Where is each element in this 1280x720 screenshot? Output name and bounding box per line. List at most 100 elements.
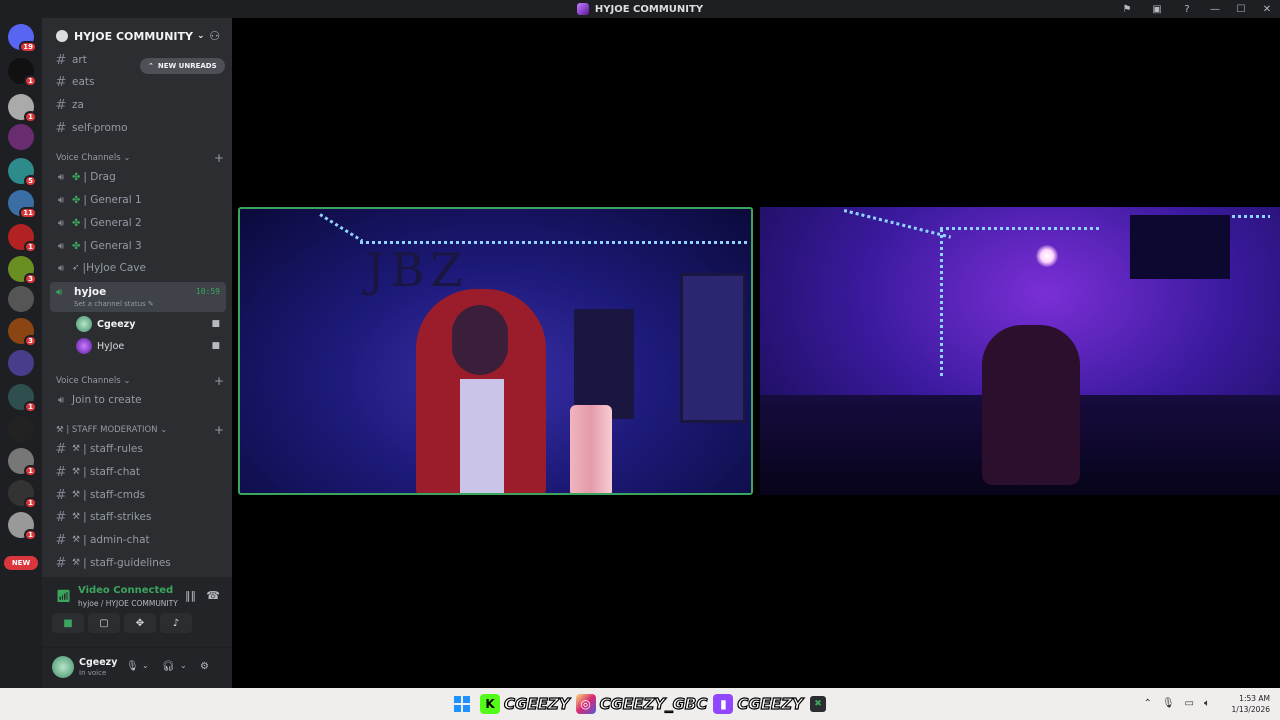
signal-icon[interactable]: 📶︎ [56,589,71,603]
chevron-up-icon[interactable]: ⌃ [1143,698,1151,709]
pencil-icon: ✎ [147,300,154,308]
active-voice-channel[interactable]: 🔊︎ hyjoe Set a channel status ✎ 10:59 [50,282,226,312]
server-badge: 1 [24,241,37,253]
server-icon[interactable]: 11 [8,190,37,219]
overlay-instagram-handle: CGEEZY_GBC [599,694,708,713]
new-servers-badge[interactable]: NEW [4,556,38,570]
gaming-chair [982,325,1080,485]
avatar [76,338,92,354]
server-badge: 1 [24,401,37,413]
shelf [574,309,634,419]
server-icon[interactable] [8,286,34,312]
microphone-icon[interactable]: 🎙︎ [1162,698,1175,709]
add-member-icon[interactable]: ⚇ [209,29,220,43]
maximize-button[interactable]: ☐ [1228,0,1254,18]
server-badge: 1 [24,465,37,477]
channel-label: | General 1 [83,194,142,206]
guild-header[interactable]: HYJOE COMMUNITY ⌄ ⚇ [42,18,232,54]
video-tile-cgeezy[interactable]: JBZ [238,207,753,495]
video-icon: ■ [211,341,220,351]
voice-channel-general-1[interactable]: 🔊︎ ✤ | General 1 [54,190,226,210]
help-icon[interactable]: ? [1172,0,1202,18]
mirror [680,273,746,423]
channel-label: |HyJoe Cave [82,262,146,274]
server-icon[interactable] [8,350,34,376]
clover-icon: ✤ [72,240,81,252]
clover-icon: ✤ [72,194,81,206]
channel-self-promo[interactable]: # self-promo [54,118,226,138]
inbox-icon[interactable]: ▣ [1142,0,1172,18]
microphone-icon[interactable]: 🎙︎ [126,661,139,672]
chevron-down-icon: ⌄ [196,31,205,41]
camera-button[interactable]: ■ [52,613,84,633]
system-tray: ⌃ 🎙︎ ▭ 🔈︎ [1143,698,1210,709]
noise-suppression-icon[interactable]: ‖‖ [185,589,196,602]
channel-label: self-promo [72,122,128,134]
voice-channel-general-2[interactable]: 🔊︎ ✤ | General 2 [54,213,226,233]
screen-share-button[interactable]: ▢ [88,613,120,633]
voice-user-hyjoe[interactable]: HyJoe ■ [76,336,224,356]
speaker-icon: 🔊︎ [57,262,65,274]
settings-gear-icon[interactable]: ⚙ [200,661,209,672]
led-strip [319,213,364,243]
clock[interactable]: 1:53 AM 1/13/2026 [1232,693,1270,715]
voice-channel-hyjoe-cave[interactable]: 🔊︎ ➶ |HyJoe Cave [54,258,226,278]
voice-status: Video Connected [78,585,174,596]
channel-label: | General 2 [83,217,142,229]
server-icon[interactable]: 1 [8,94,37,123]
speaker-icon: 🔊︎ [56,287,63,298]
avatar[interactable] [52,656,74,678]
server-icon[interactable]: 5 [8,158,37,187]
clock-time: 1:53 AM [1239,694,1270,703]
server-icon[interactable]: 1 [8,58,37,87]
close-button[interactable]: ✕ [1254,0,1280,18]
voice-user-name: Cgeezy [97,318,136,330]
windows-start-icon[interactable] [454,696,470,712]
voice-channel-general-3[interactable]: 🔊︎ ✤ | General 3 [54,236,226,256]
network-icon[interactable]: ▭ [1185,698,1194,709]
voice-location[interactable]: hyjoe / HYJOE COMMUNITY [78,599,178,608]
window-title-text: HYJOE COMMUNITY [594,3,704,15]
discord-taskbar-icon[interactable]: ✖ [810,696,826,712]
category-voice-channels[interactable]: Voice Channels ⌄ + [56,151,224,165]
headphones-icon[interactable]: 🎧︎ [162,661,175,672]
tv-screen [1130,215,1230,279]
server-icon[interactable]: 1 [8,448,37,477]
add-channel-icon[interactable]: + [214,151,224,165]
server-icon[interactable]: 3 [8,256,37,285]
channel-za[interactable]: # za [54,95,226,115]
server-icon[interactable]: 1 [8,512,37,541]
server-badge: 11 [19,207,37,219]
user-status: In voice [79,669,107,677]
guild-name: HYJOE COMMUNITY [74,29,193,43]
server-badge: 1 [24,529,37,541]
volume-icon[interactable]: 🔈︎ [1204,698,1210,709]
chevron-down-icon[interactable]: ⌄ [180,661,187,670]
set-status-link[interactable]: Set a channel status ✎ [74,300,154,308]
disconnect-icon[interactable]: ☎ [206,589,220,602]
voice-user-cgeezy[interactable]: Cgeezy ■ [76,314,224,334]
channel-eats[interactable]: # eats [54,72,226,92]
home-button[interactable]: 19 [8,24,37,53]
clover-icon: ✤ [72,217,81,229]
flag-icon[interactable]: ⚑ [1112,0,1142,18]
soundboard-button[interactable]: ♪ [160,613,192,633]
status-label: Set a channel status [74,300,146,308]
server-icon[interactable]: 3 [8,318,37,347]
user-name[interactable]: Cgeezy [79,657,117,668]
window-title: HYJOE COMMUNITY [0,3,1280,15]
server-icon[interactable] [8,124,34,150]
video-tile-hyjoe[interactable] [760,207,1280,495]
minimize-button[interactable]: — [1202,0,1228,18]
active-channel-name: hyjoe [74,286,107,298]
server-badge: 1 [24,497,37,509]
server-icon[interactable]: 1 [8,384,37,413]
channel-label: | General 3 [83,240,142,252]
voice-channel-drag[interactable]: 🔊︎ ✤ | Drag [54,167,226,187]
activities-button[interactable]: ✥ [124,613,156,633]
server-icon[interactable]: 1 [8,480,37,509]
server-icon[interactable]: 1 [8,224,37,253]
led-strip [940,227,1100,230]
chevron-down-icon[interactable]: ⌄ [142,661,149,670]
server-icon[interactable] [8,416,34,442]
